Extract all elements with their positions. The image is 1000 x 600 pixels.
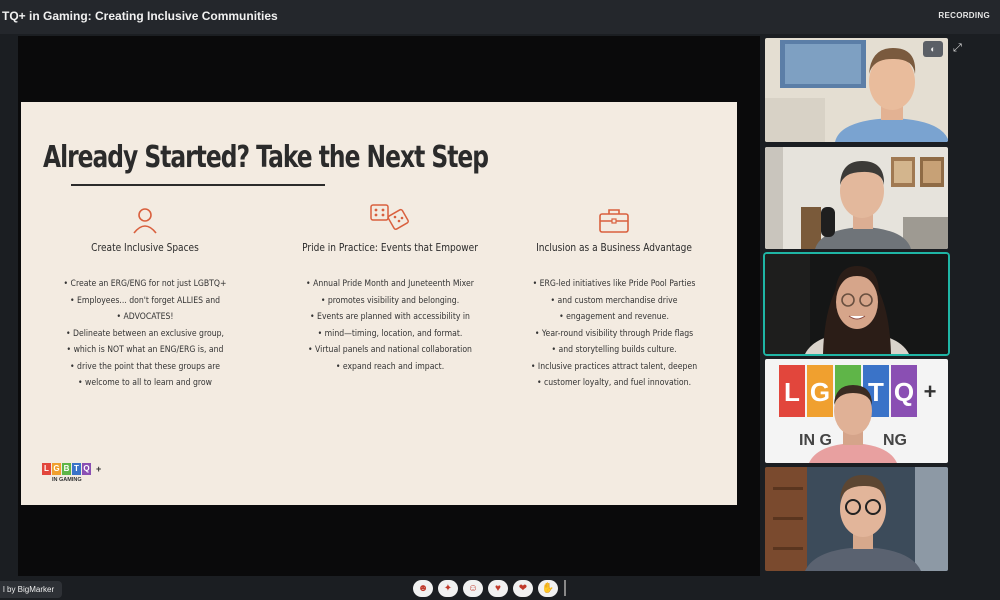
column-heading: Pride in Practice: Events that Empower bbox=[302, 242, 478, 254]
logo-letter: B bbox=[62, 463, 71, 475]
love-icon[interactable]: ❤ bbox=[513, 580, 533, 597]
audio-toggle-icon[interactable]: ◐ bbox=[923, 41, 943, 57]
bullet: Events are planned with accessibility in bbox=[292, 309, 488, 326]
reaction-bar: ☻ ✦ ☺ ♥ ❤ ✋ bbox=[413, 580, 566, 597]
bullet: expand reach and impact. bbox=[292, 359, 488, 376]
logo-letter: G bbox=[52, 463, 61, 475]
bullet: ADVOCATES! bbox=[55, 309, 235, 326]
svg-text:G: G bbox=[810, 377, 830, 407]
webinar-title: TQ+ in Gaming: Creating Inclusive Commun… bbox=[2, 9, 278, 23]
svg-text:IN G: IN G bbox=[799, 432, 832, 449]
bullet: welcome to all to learn and grow bbox=[55, 375, 235, 392]
bullet: Delineate between an exclusive group, bbox=[55, 326, 235, 343]
bullet: Inclusive practices attract talent, deep… bbox=[524, 359, 704, 376]
logo-subtitle: IN GAMING bbox=[52, 477, 82, 483]
recording-indicator: RECORDING bbox=[938, 11, 990, 20]
bullet: customer loyalty, and fuel innovation. bbox=[524, 375, 704, 392]
bullet: and storytelling builds culture. bbox=[524, 342, 704, 359]
powered-by-badge[interactable]: l by BigMarker bbox=[0, 581, 63, 598]
dice-icon bbox=[281, 200, 499, 234]
bullet: promotes visibility and belonging. bbox=[292, 293, 488, 310]
bullet: engagement and revenue. bbox=[524, 309, 704, 326]
bullet: mind—timing, location, and format. bbox=[292, 326, 488, 343]
top-bar: TQ+ in Gaming: Creating Inclusive Commun… bbox=[0, 0, 1000, 34]
bullet: which is NOT what an ENG/ERG is, and bbox=[55, 342, 235, 359]
party-icon[interactable]: ✦ bbox=[438, 580, 458, 597]
participant-1-video[interactable] bbox=[765, 38, 948, 142]
bullet: Year-round visibility through Pride flag… bbox=[524, 326, 704, 343]
participant-5-video[interactable] bbox=[765, 467, 948, 571]
clap-icon[interactable]: ✋ bbox=[538, 580, 558, 597]
bullet: Employees... don't forget ALLIES and bbox=[55, 293, 235, 310]
svg-text:Q: Q bbox=[894, 377, 914, 407]
person-icon bbox=[45, 200, 245, 234]
participant-2-video[interactable] bbox=[765, 147, 948, 249]
column-heading: Inclusion as a Business Advantage bbox=[536, 242, 692, 254]
bullet: ERG-led initiatives like Pride Pool Part… bbox=[524, 276, 704, 293]
svg-text:+: + bbox=[924, 379, 937, 404]
participant-3-video[interactable] bbox=[765, 254, 948, 354]
logo-letter: L bbox=[42, 463, 51, 475]
bullet: and custom merchandise drive bbox=[524, 293, 704, 310]
bullet: Virtual panels and national collaboratio… bbox=[292, 342, 488, 359]
column-heading: Create Inclusive Spaces bbox=[91, 242, 199, 254]
logo-letter: T bbox=[72, 463, 81, 475]
slide: Already Started? Take the Next Step Crea… bbox=[21, 102, 737, 505]
logo-letter: Q bbox=[82, 463, 91, 475]
bullet: Create an ERG/ENG for not just LGBTQ+ bbox=[55, 276, 235, 293]
title-underline bbox=[71, 184, 325, 186]
reaction-divider bbox=[564, 580, 566, 596]
face-icon[interactable]: ☻ bbox=[413, 580, 433, 597]
bullet: Annual Pride Month and Juneteenth Mixer bbox=[292, 276, 488, 293]
logo-plus: + bbox=[96, 464, 102, 474]
slide-title: Already Started? Take the Next Step bbox=[43, 140, 489, 175]
column-pride-in-practice: Pride in Practice: Events that Empower A… bbox=[281, 200, 499, 375]
heart-icon[interactable]: ♥ bbox=[488, 580, 508, 597]
laugh-icon[interactable]: ☺ bbox=[463, 580, 483, 597]
briefcase-icon bbox=[514, 200, 714, 234]
expand-icon[interactable]: ⤢ bbox=[953, 42, 962, 55]
svg-text:NG: NG bbox=[883, 432, 907, 449]
participant-4-video[interactable]: L G T Q + IN G NG bbox=[765, 359, 948, 463]
column-inclusive-spaces: Create Inclusive Spaces Create an ERG/EN… bbox=[45, 200, 245, 392]
bullet: drive the point that these groups are bbox=[55, 359, 235, 376]
svg-text:L: L bbox=[784, 377, 800, 407]
lgbtq-gaming-logo: L G B T Q + IN GAMING bbox=[42, 463, 104, 483]
column-business-advantage: Inclusion as a Business Advantage ERG-le… bbox=[514, 200, 714, 392]
